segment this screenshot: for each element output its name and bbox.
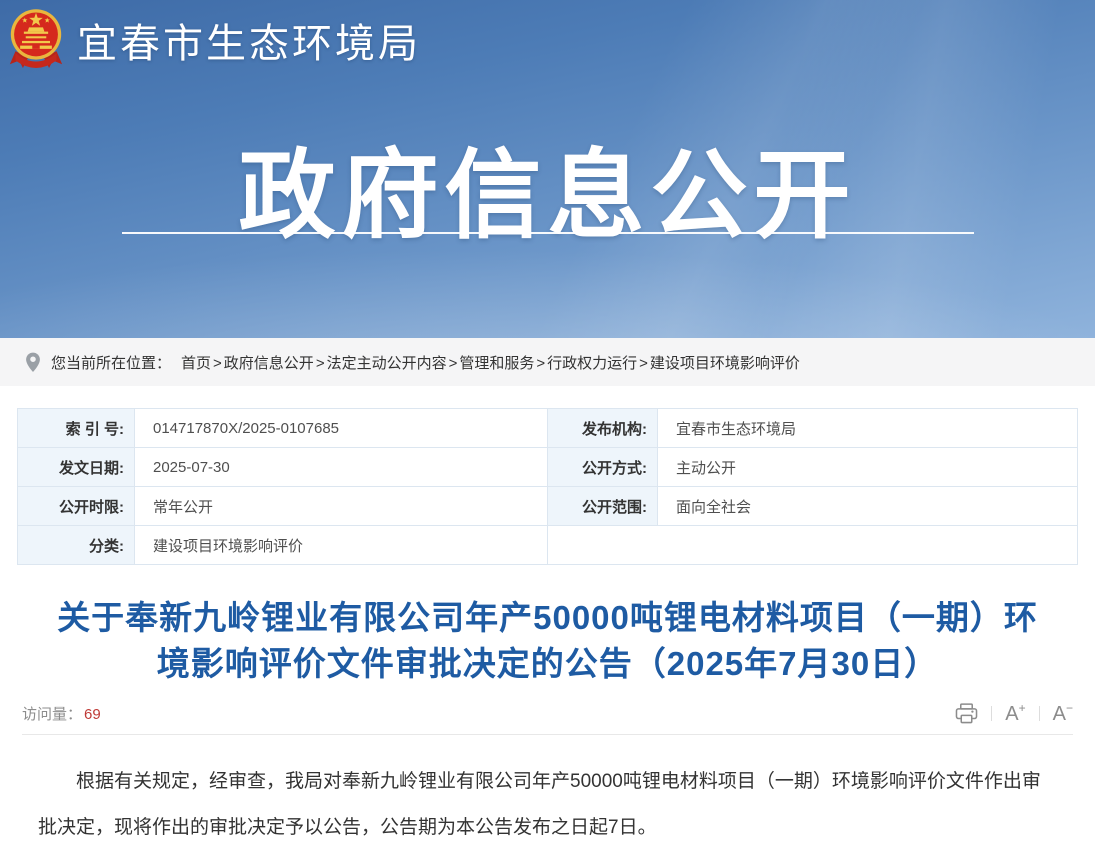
visit-counter: 访问量：69 [22,703,101,724]
meta-label-issue-date: 发文日期: [18,448,135,487]
breadcrumb-item-eia[interactable]: 建设项目环境影响评价 [650,355,800,372]
breadcrumb-item-gov-info[interactable]: 政府信息公开 [224,355,314,372]
toolbar-divider [1039,706,1040,721]
meta-value-category: 建设项目环境影响评价 [135,526,548,565]
breadcrumb-item-statutory-disclosure[interactable]: 法定主动公开内容 [327,355,447,372]
article-toolbar: A+ A− [955,703,1073,724]
article-title: 关于奉新九岭锂业有限公司年产50000吨锂电材料项目（一期）环境影响评价文件审批… [28,595,1067,687]
page: 宜春市生态环境局 政府信息公开 您当前所在位置： 首页>政府信息公开>法定主动公… [0,0,1095,844]
meta-label-category: 分类: [18,526,135,565]
breadcrumb-item-home[interactable]: 首页 [181,355,211,372]
meta-value-index-no: 014717870X/2025-0107685 [135,409,548,448]
breadcrumb-separator: > [316,355,325,372]
font-decrease-button[interactable]: A− [1053,704,1073,724]
font-increase-button[interactable]: A+ [1005,704,1025,724]
meta-empty-cell [548,526,1078,565]
breadcrumb-separator: > [449,355,458,372]
meta-row-1: 索 引 号: 014717870X/2025-0107685 发布机构: 宜春市… [18,409,1078,448]
article-title-line1: 关于奉新九岭锂业有限公司年产50000吨锂电材料项目（一期）环 [57,599,1038,636]
meta-label-disclosure-scope: 公开范围: [548,487,658,526]
meta-value-disclosure-method: 主动公开 [658,448,1078,487]
national-emblem-icon [8,6,64,74]
breadcrumb-item-admin-power[interactable]: 行政权力运行 [547,355,637,372]
breadcrumb-separator: > [639,355,648,372]
print-button[interactable] [955,703,978,724]
article-title-line2: 境影响评价文件审批决定的公告（2025年7月30日） [157,645,938,682]
font-decrease-label: A [1053,704,1066,724]
font-decrease-sign: − [1066,702,1073,714]
breadcrumb: 您当前所在位置： 首页>政府信息公开>法定主动公开内容>管理和服务>行政权力运行… [0,338,1095,386]
toolbar-divider [991,706,992,721]
visit-counter-value: 69 [84,706,101,723]
breadcrumb-items: 首页>政府信息公开>法定主动公开内容>管理和服务>行政权力运行>建设项目环境影响… [181,352,800,373]
site-header: 宜春市生态环境局 [8,6,421,74]
document-meta-table: 索 引 号: 014717870X/2025-0107685 发布机构: 宜春市… [17,408,1078,565]
meta-row-3: 公开时限: 常年公开 公开范围: 面向全社会 [18,487,1078,526]
article-body: 根据有关规定，经审查，我局对奉新九岭锂业有限公司年产50000吨锂电材料项目（一… [38,759,1043,844]
meta-label-disclosure-term: 公开时限: [18,487,135,526]
meta-row-4: 分类: 建设项目环境影响评价 [18,526,1078,565]
meta-label-disclosure-method: 公开方式: [548,448,658,487]
location-pin-icon [25,352,41,373]
meta-value-issue-date: 2025-07-30 [135,448,548,487]
printer-icon [955,703,978,724]
breadcrumb-item-management-services[interactable]: 管理和服务 [459,355,534,372]
meta-value-disclosure-term: 常年公开 [135,487,548,526]
content-divider [22,734,1073,735]
banner-page-title: 政府信息公开 [0,116,1095,257]
banner-underline [122,232,974,234]
breadcrumb-label: 您当前所在位置： [51,352,171,373]
visit-counter-label: 访问量： [22,706,82,723]
breadcrumb-separator: > [213,355,222,372]
breadcrumb-separator: > [536,355,545,372]
font-increase-sign: + [1019,702,1026,714]
meta-row-2: 发文日期: 2025-07-30 公开方式: 主动公开 [18,448,1078,487]
site-name: 宜春市生态环境局 [77,11,421,69]
meta-value-disclosure-scope: 面向全社会 [658,487,1078,526]
meta-label-index-no: 索 引 号: [18,409,135,448]
meta-label-issuing-agency: 发布机构: [548,409,658,448]
site-banner: 宜春市生态环境局 政府信息公开 [0,0,1095,338]
meta-value-issuing-agency: 宜春市生态环境局 [658,409,1078,448]
font-increase-label: A [1005,704,1018,724]
article-meta-row: 访问量：69 A+ A− [22,703,1073,724]
